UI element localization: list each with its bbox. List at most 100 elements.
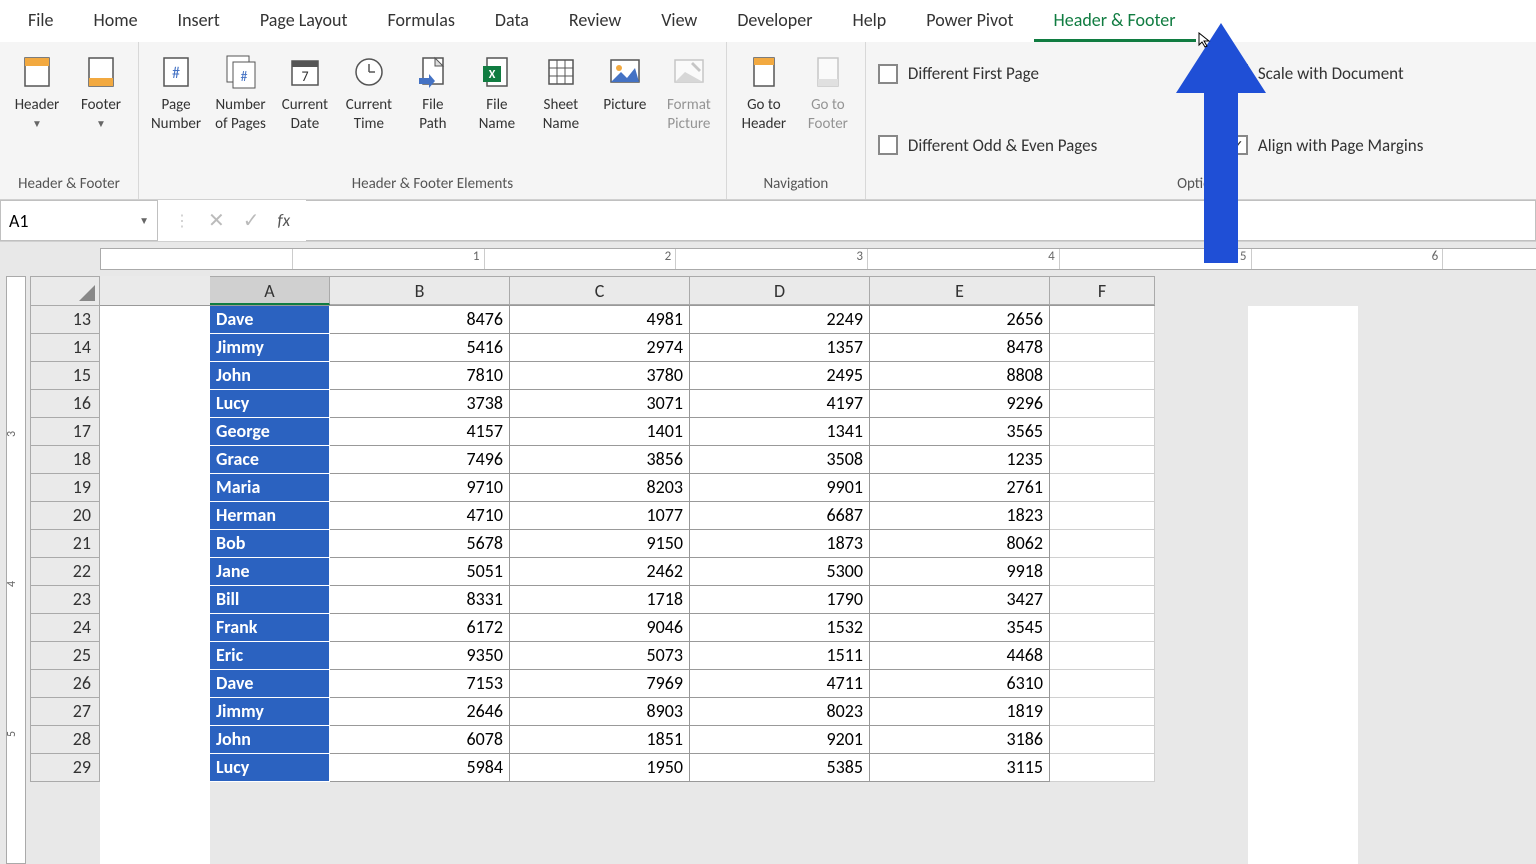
cell[interactable]: Herman [210, 502, 330, 530]
cell[interactable]: 5385 [690, 754, 870, 782]
cell[interactable]: 3115 [870, 754, 1050, 782]
tab-insert[interactable]: Insert [158, 1, 240, 42]
cell[interactable]: 4468 [870, 642, 1050, 670]
tab-file[interactable]: File [8, 1, 74, 42]
cell[interactable]: 1851 [510, 726, 690, 754]
cell[interactable]: Dave [210, 670, 330, 698]
cell[interactable]: 6172 [330, 614, 510, 642]
cell[interactable]: Jimmy [210, 698, 330, 726]
cell[interactable]: 8203 [510, 474, 690, 502]
row-header[interactable]: 27 [30, 698, 100, 726]
fx-label[interactable]: fx [278, 210, 291, 231]
cell[interactable] [1050, 334, 1155, 362]
cell[interactable]: 2495 [690, 362, 870, 390]
cell[interactable]: 9710 [330, 474, 510, 502]
cell[interactable]: Bob [210, 530, 330, 558]
cell[interactable]: 3427 [870, 586, 1050, 614]
column-header-F[interactable]: F [1050, 276, 1155, 305]
tab-header-footer[interactable]: Header & Footer [1034, 1, 1196, 42]
row-header[interactable]: 13 [30, 306, 100, 334]
cell[interactable] [1050, 754, 1155, 782]
cell[interactable]: George [210, 418, 330, 446]
cell[interactable] [1050, 642, 1155, 670]
cell[interactable]: 3071 [510, 390, 690, 418]
cell[interactable]: 2646 [330, 698, 510, 726]
row-header[interactable]: 23 [30, 586, 100, 614]
column-header-D[interactable]: D [690, 276, 870, 305]
cell[interactable]: 3780 [510, 362, 690, 390]
cell[interactable]: 3565 [870, 418, 1050, 446]
cancel-formula-button[interactable]: ✕ [208, 208, 225, 233]
cell[interactable]: 5678 [330, 530, 510, 558]
row-header[interactable]: 17 [30, 418, 100, 446]
cell[interactable]: 1077 [510, 502, 690, 530]
cell[interactable]: 5984 [330, 754, 510, 782]
column-header-B[interactable]: B [330, 276, 510, 305]
cell[interactable]: 7810 [330, 362, 510, 390]
file-name-button[interactable]: X File Name [468, 48, 526, 138]
cell[interactable] [1050, 586, 1155, 614]
cell[interactable] [1050, 362, 1155, 390]
cell[interactable]: 9901 [690, 474, 870, 502]
cell[interactable]: 9201 [690, 726, 870, 754]
cell[interactable]: 8062 [870, 530, 1050, 558]
cell[interactable]: Eric [210, 642, 330, 670]
cell[interactable]: 9296 [870, 390, 1050, 418]
cell[interactable] [1050, 390, 1155, 418]
tab-home[interactable]: Home [74, 1, 158, 42]
cell[interactable] [1050, 446, 1155, 474]
cell[interactable]: 1718 [510, 586, 690, 614]
cell[interactable]: Dave [210, 306, 330, 334]
scale-with-document-checkbox[interactable]: ✓ Scale with Document [1228, 63, 1524, 84]
tab-view[interactable]: View [641, 1, 717, 42]
cell[interactable]: 8476 [330, 306, 510, 334]
cell[interactable]: 1950 [510, 754, 690, 782]
tab-review[interactable]: Review [549, 1, 641, 42]
row-header[interactable]: 16 [30, 390, 100, 418]
cell[interactable]: Bill [210, 586, 330, 614]
tab-page-layout[interactable]: Page Layout [240, 1, 368, 42]
cell[interactable]: Maria [210, 474, 330, 502]
cell[interactable]: 5300 [690, 558, 870, 586]
cell[interactable]: 7969 [510, 670, 690, 698]
row-header[interactable]: 14 [30, 334, 100, 362]
column-header-E[interactable]: E [870, 276, 1050, 305]
cell[interactable]: 4157 [330, 418, 510, 446]
different-odd-even-checkbox[interactable]: Different Odd & Even Pages [878, 135, 1198, 156]
cell[interactable] [1050, 698, 1155, 726]
align-with-margins-checkbox[interactable]: ✓ Align with Page Margins [1228, 135, 1524, 156]
row-header[interactable]: 20 [30, 502, 100, 530]
cell[interactable]: 1341 [690, 418, 870, 446]
column-header-A[interactable]: A [210, 276, 330, 305]
cell[interactable]: 1532 [690, 614, 870, 642]
cell[interactable]: Jane [210, 558, 330, 586]
row-header[interactable]: 21 [30, 530, 100, 558]
cell[interactable]: 3186 [870, 726, 1050, 754]
cell[interactable]: 8331 [330, 586, 510, 614]
cell[interactable] [1050, 502, 1155, 530]
cell[interactable] [1050, 530, 1155, 558]
cell[interactable]: 1790 [690, 586, 870, 614]
cell[interactable]: 4710 [330, 502, 510, 530]
cell[interactable]: John [210, 726, 330, 754]
file-path-button[interactable]: File Path [404, 48, 462, 138]
row-header[interactable]: 22 [30, 558, 100, 586]
cell[interactable]: Jimmy [210, 334, 330, 362]
cell[interactable]: Lucy [210, 390, 330, 418]
cell[interactable]: 3738 [330, 390, 510, 418]
cell[interactable]: 6078 [330, 726, 510, 754]
picture-button[interactable]: Picture [596, 48, 654, 119]
number-of-pages-button[interactable]: # Number of Pages [211, 48, 270, 138]
cell[interactable] [1050, 670, 1155, 698]
page-number-button[interactable]: # Page Number [147, 48, 205, 138]
cell[interactable]: 1511 [690, 642, 870, 670]
cell[interactable]: 7496 [330, 446, 510, 474]
cell[interactable]: 2761 [870, 474, 1050, 502]
cell[interactable]: 9350 [330, 642, 510, 670]
cell[interactable]: 2462 [510, 558, 690, 586]
cell[interactable]: 1823 [870, 502, 1050, 530]
row-header[interactable]: 15 [30, 362, 100, 390]
cell[interactable]: Lucy [210, 754, 330, 782]
cell[interactable] [1050, 558, 1155, 586]
sheet-name-button[interactable]: Sheet Name [532, 48, 590, 138]
